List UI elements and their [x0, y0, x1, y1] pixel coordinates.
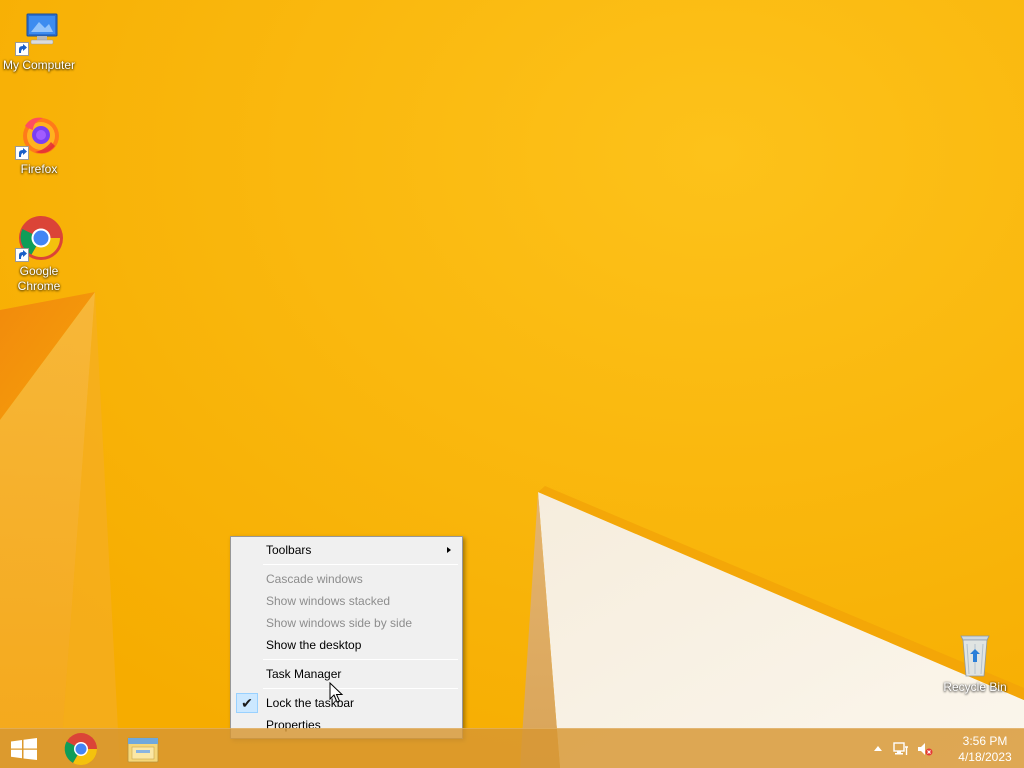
firefox-icon — [15, 112, 63, 160]
taskbar-chrome-button[interactable] — [52, 729, 110, 768]
volume-muted-icon[interactable] — [916, 741, 934, 757]
mouse-cursor-icon — [329, 681, 345, 704]
desktop-icon-label: Google Chrome — [17, 264, 61, 293]
desktop-icon-label: Recycle Bin — [943, 680, 1007, 694]
desktop-icon-google-chrome[interactable]: Google Chrome — [0, 214, 78, 294]
taskbar[interactable]: 3:56 PM 4/18/2023 — [0, 728, 1024, 768]
menu-item-label: Show windows side by side — [266, 616, 413, 630]
shortcut-arrow-icon — [15, 248, 29, 262]
clock-date: 4/18/2023 — [958, 750, 1012, 764]
menu-item-show-the-desktop[interactable]: Show the desktop — [233, 634, 460, 656]
menu-separator — [263, 564, 458, 565]
recycle-bin-icon — [951, 632, 999, 678]
menu-item-lock-the-taskbar[interactable]: ✔ Lock the taskbar — [233, 692, 460, 714]
shortcut-arrow-icon — [15, 146, 29, 160]
menu-item-task-manager[interactable]: Task Manager — [233, 663, 460, 685]
menu-item-label: Show windows stacked — [266, 594, 391, 608]
file-explorer-icon — [127, 737, 159, 763]
desktop-icon-firefox[interactable]: Firefox — [0, 112, 78, 177]
network-icon[interactable] — [892, 741, 910, 757]
menu-item-label: Cascade windows — [266, 572, 363, 586]
menu-item-toolbars[interactable]: Toolbars — [233, 539, 460, 561]
windows-logo-icon — [11, 738, 37, 760]
submenu-arrow-icon — [447, 547, 451, 553]
desktop-icon-recycle-bin[interactable]: Recycle Bin — [936, 632, 1014, 695]
chrome-icon — [64, 733, 98, 766]
computer-icon — [15, 8, 63, 56]
menu-item-label: Toolbars — [266, 543, 312, 557]
menu-item-label: Task Manager — [266, 667, 342, 681]
taskbar-file-explorer-button[interactable] — [114, 729, 172, 768]
menu-separator — [263, 688, 458, 689]
taskbar-context-menu: Toolbars Cascade windows Show windows st… — [230, 536, 463, 739]
desktop-wallpaper — [0, 0, 1024, 768]
desktop-icon-label: My Computer — [2, 58, 76, 72]
menu-item-cascade-windows: Cascade windows — [233, 568, 460, 590]
chrome-icon — [15, 214, 63, 262]
shortcut-arrow-icon — [15, 42, 29, 56]
menu-item-show-windows-stacked: Show windows stacked — [233, 590, 460, 612]
show-hidden-icons-arrow[interactable] — [874, 746, 882, 751]
desktop-icon-my-computer[interactable]: My Computer — [0, 8, 78, 73]
system-tray: 3:56 PM 4/18/2023 — [864, 729, 1024, 768]
start-button[interactable] — [0, 729, 48, 768]
desktop-icon-label: Firefox — [20, 162, 58, 176]
clock-time: 3:56 PM — [962, 734, 1008, 748]
menu-separator — [263, 659, 458, 660]
taskbar-clock[interactable]: 3:56 PM 4/18/2023 — [946, 733, 1024, 765]
checkmark-icon: ✔ — [236, 693, 258, 713]
menu-item-show-windows-side-by-side: Show windows side by side — [233, 612, 460, 634]
menu-item-label: Show the desktop — [266, 638, 362, 652]
